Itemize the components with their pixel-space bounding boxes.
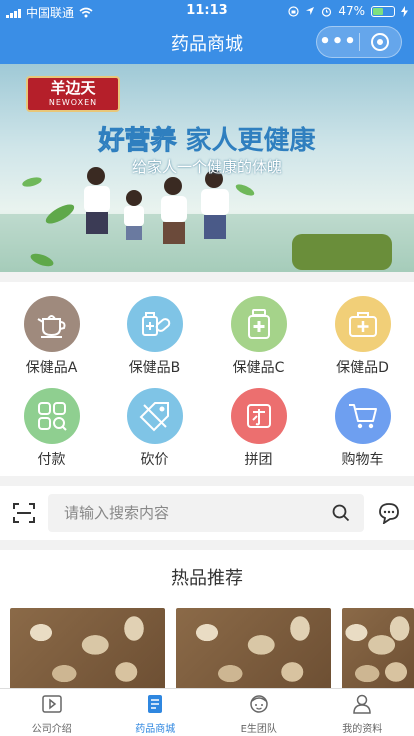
slogan-part2: 家人更健康 xyxy=(185,126,316,156)
search-bar xyxy=(0,486,414,540)
pills-icon xyxy=(126,296,183,352)
category-label: 付款 xyxy=(37,452,66,468)
charging-icon xyxy=(401,5,408,17)
more-dots-icon[interactable]: ••• xyxy=(317,27,359,57)
tab-company[interactable]: 公司介绍 xyxy=(0,689,104,736)
document-icon xyxy=(148,695,163,713)
target-close-icon[interactable] xyxy=(360,33,401,51)
category-item-b[interactable]: 保健品B xyxy=(103,282,206,376)
category-item-d[interactable]: 保健品D xyxy=(311,282,414,376)
category-label: 拼团 xyxy=(244,452,273,468)
category-item-pay[interactable]: 付款 xyxy=(0,374,103,468)
promo-banner[interactable]: 羊边天 NEWOXEN 好营养 家人更健康 给家人一个健康的体魄 xyxy=(0,64,414,272)
battery-percent: 47% xyxy=(338,4,365,18)
video-icon xyxy=(42,695,62,713)
brand-logo-en: NEWOXEN xyxy=(48,98,98,107)
battery-icon xyxy=(371,5,395,17)
tab-bar: 公司介绍 药品商城 E生团队 我的资料 xyxy=(0,688,414,736)
category-item-bargain[interactable]: 砍价 xyxy=(103,374,206,468)
tab-label: E生团队 xyxy=(240,724,277,735)
category-label: 购物车 xyxy=(341,452,384,468)
location-icon xyxy=(306,7,315,15)
category-item-cart[interactable]: 购物车 xyxy=(311,374,414,468)
orientation-lock-icon xyxy=(288,5,299,17)
product-list xyxy=(0,608,414,690)
brand-logo-cn: 羊边天 xyxy=(50,79,96,97)
category-item-a[interactable]: 保健品A xyxy=(0,282,103,376)
category-item-group[interactable]: 拼团 xyxy=(207,374,310,468)
price-tag-icon xyxy=(126,388,183,444)
grid-apps-icon xyxy=(23,388,80,444)
product-card[interactable] xyxy=(342,608,414,690)
tab-store[interactable]: 药品商城 xyxy=(104,689,208,736)
slogan-part1: 好营养 xyxy=(98,126,177,157)
section-title: 热品推荐 xyxy=(171,568,243,589)
search-box[interactable] xyxy=(48,494,364,532)
product-card[interactable] xyxy=(176,608,331,690)
user-icon xyxy=(353,694,372,714)
category-item-c[interactable]: 保健品C xyxy=(207,282,310,376)
search-input[interactable] xyxy=(64,502,314,524)
chat-bubble-icon[interactable] xyxy=(378,502,400,524)
teapot-icon xyxy=(23,296,80,352)
search-icon[interactable] xyxy=(332,504,350,522)
category-label: 砍价 xyxy=(140,452,169,468)
hot-products-section: 热品推荐 xyxy=(0,550,414,690)
person-face-icon xyxy=(250,695,268,713)
cart-icon xyxy=(334,388,391,444)
status-right: 47% xyxy=(288,4,408,18)
tab-team[interactable]: E生团队 xyxy=(207,689,311,736)
alarm-icon xyxy=(322,6,332,17)
nav-bar: 药品商城 ••• xyxy=(0,22,414,64)
brand-logo: 羊边天 NEWOXEN xyxy=(26,76,120,112)
group-buy-icon xyxy=(230,388,287,444)
product-card[interactable] xyxy=(10,608,165,690)
tab-label: 我的资料 xyxy=(342,724,383,735)
mini-program-capsule: ••• xyxy=(316,26,402,58)
tab-label: 药品商城 xyxy=(135,724,176,735)
banner-slogan: 好营养 家人更健康 xyxy=(0,120,414,157)
category-grid: 保健品A 保健品B 保健品C 保健品D 付款 砍价 拼团 购物车 xyxy=(0,282,414,476)
medicine-bottle-icon xyxy=(230,296,287,352)
medical-kit-icon xyxy=(334,296,391,352)
tab-profile[interactable]: 我的资料 xyxy=(311,689,414,736)
banner-sub-slogan: 给家人一个健康的体魄 xyxy=(131,158,282,176)
scan-icon[interactable] xyxy=(12,501,36,525)
status-bar: 中国联通 11:13 47% xyxy=(0,0,414,22)
tab-label: 公司介绍 xyxy=(31,724,72,735)
